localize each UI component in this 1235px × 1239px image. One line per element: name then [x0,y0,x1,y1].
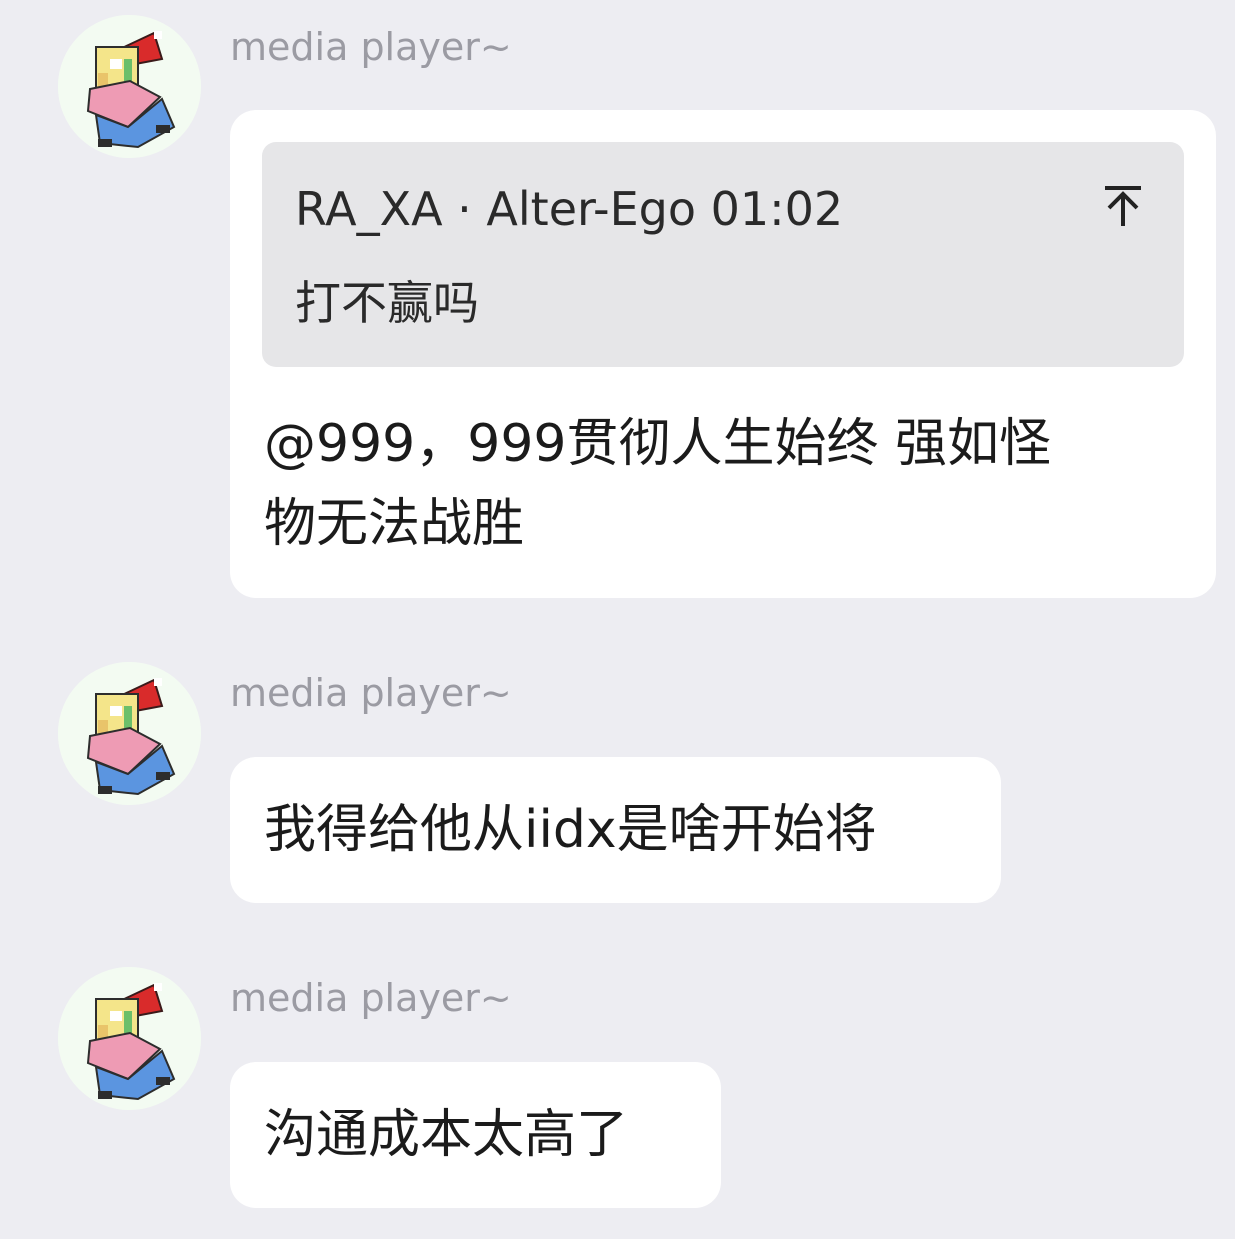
pixel-girl-avatar-icon [58,662,201,805]
quoted-song-title: RA_XA · Alter-Ego 01:02 [295,182,844,236]
pixel-girl-avatar-icon [58,967,201,1110]
sender-name: media player~ [230,25,512,69]
avatar[interactable] [58,967,201,1110]
sender-name: media player~ [230,671,512,715]
quoted-text: 打不赢吗 [295,276,479,330]
pixel-girl-avatar-icon [58,15,201,158]
message-bubble[interactable]: 我得给他从iidx是啥开始将 [230,757,1001,903]
message-text: 我得给他从iidx是啥开始将 [264,800,877,860]
quoted-message[interactable]: RA_XA · Alter-Ego 01:02 打不赢吗 [262,142,1184,367]
message-text: @999，999贯彻人生始终 强如怪 物无法战胜 [264,414,1052,554]
message-bubble[interactable]: RA_XA · Alter-Ego 01:02 打不赢吗 @999，999贯彻人… [230,110,1216,598]
message-text: 沟通成本太高了 [264,1105,629,1165]
avatar[interactable] [58,15,201,158]
message-bubble[interactable]: 沟通成本太高了 [230,1062,721,1208]
arrow-up-to-top-icon[interactable] [1100,184,1146,230]
sender-name: media player~ [230,976,512,1020]
avatar[interactable] [58,662,201,805]
